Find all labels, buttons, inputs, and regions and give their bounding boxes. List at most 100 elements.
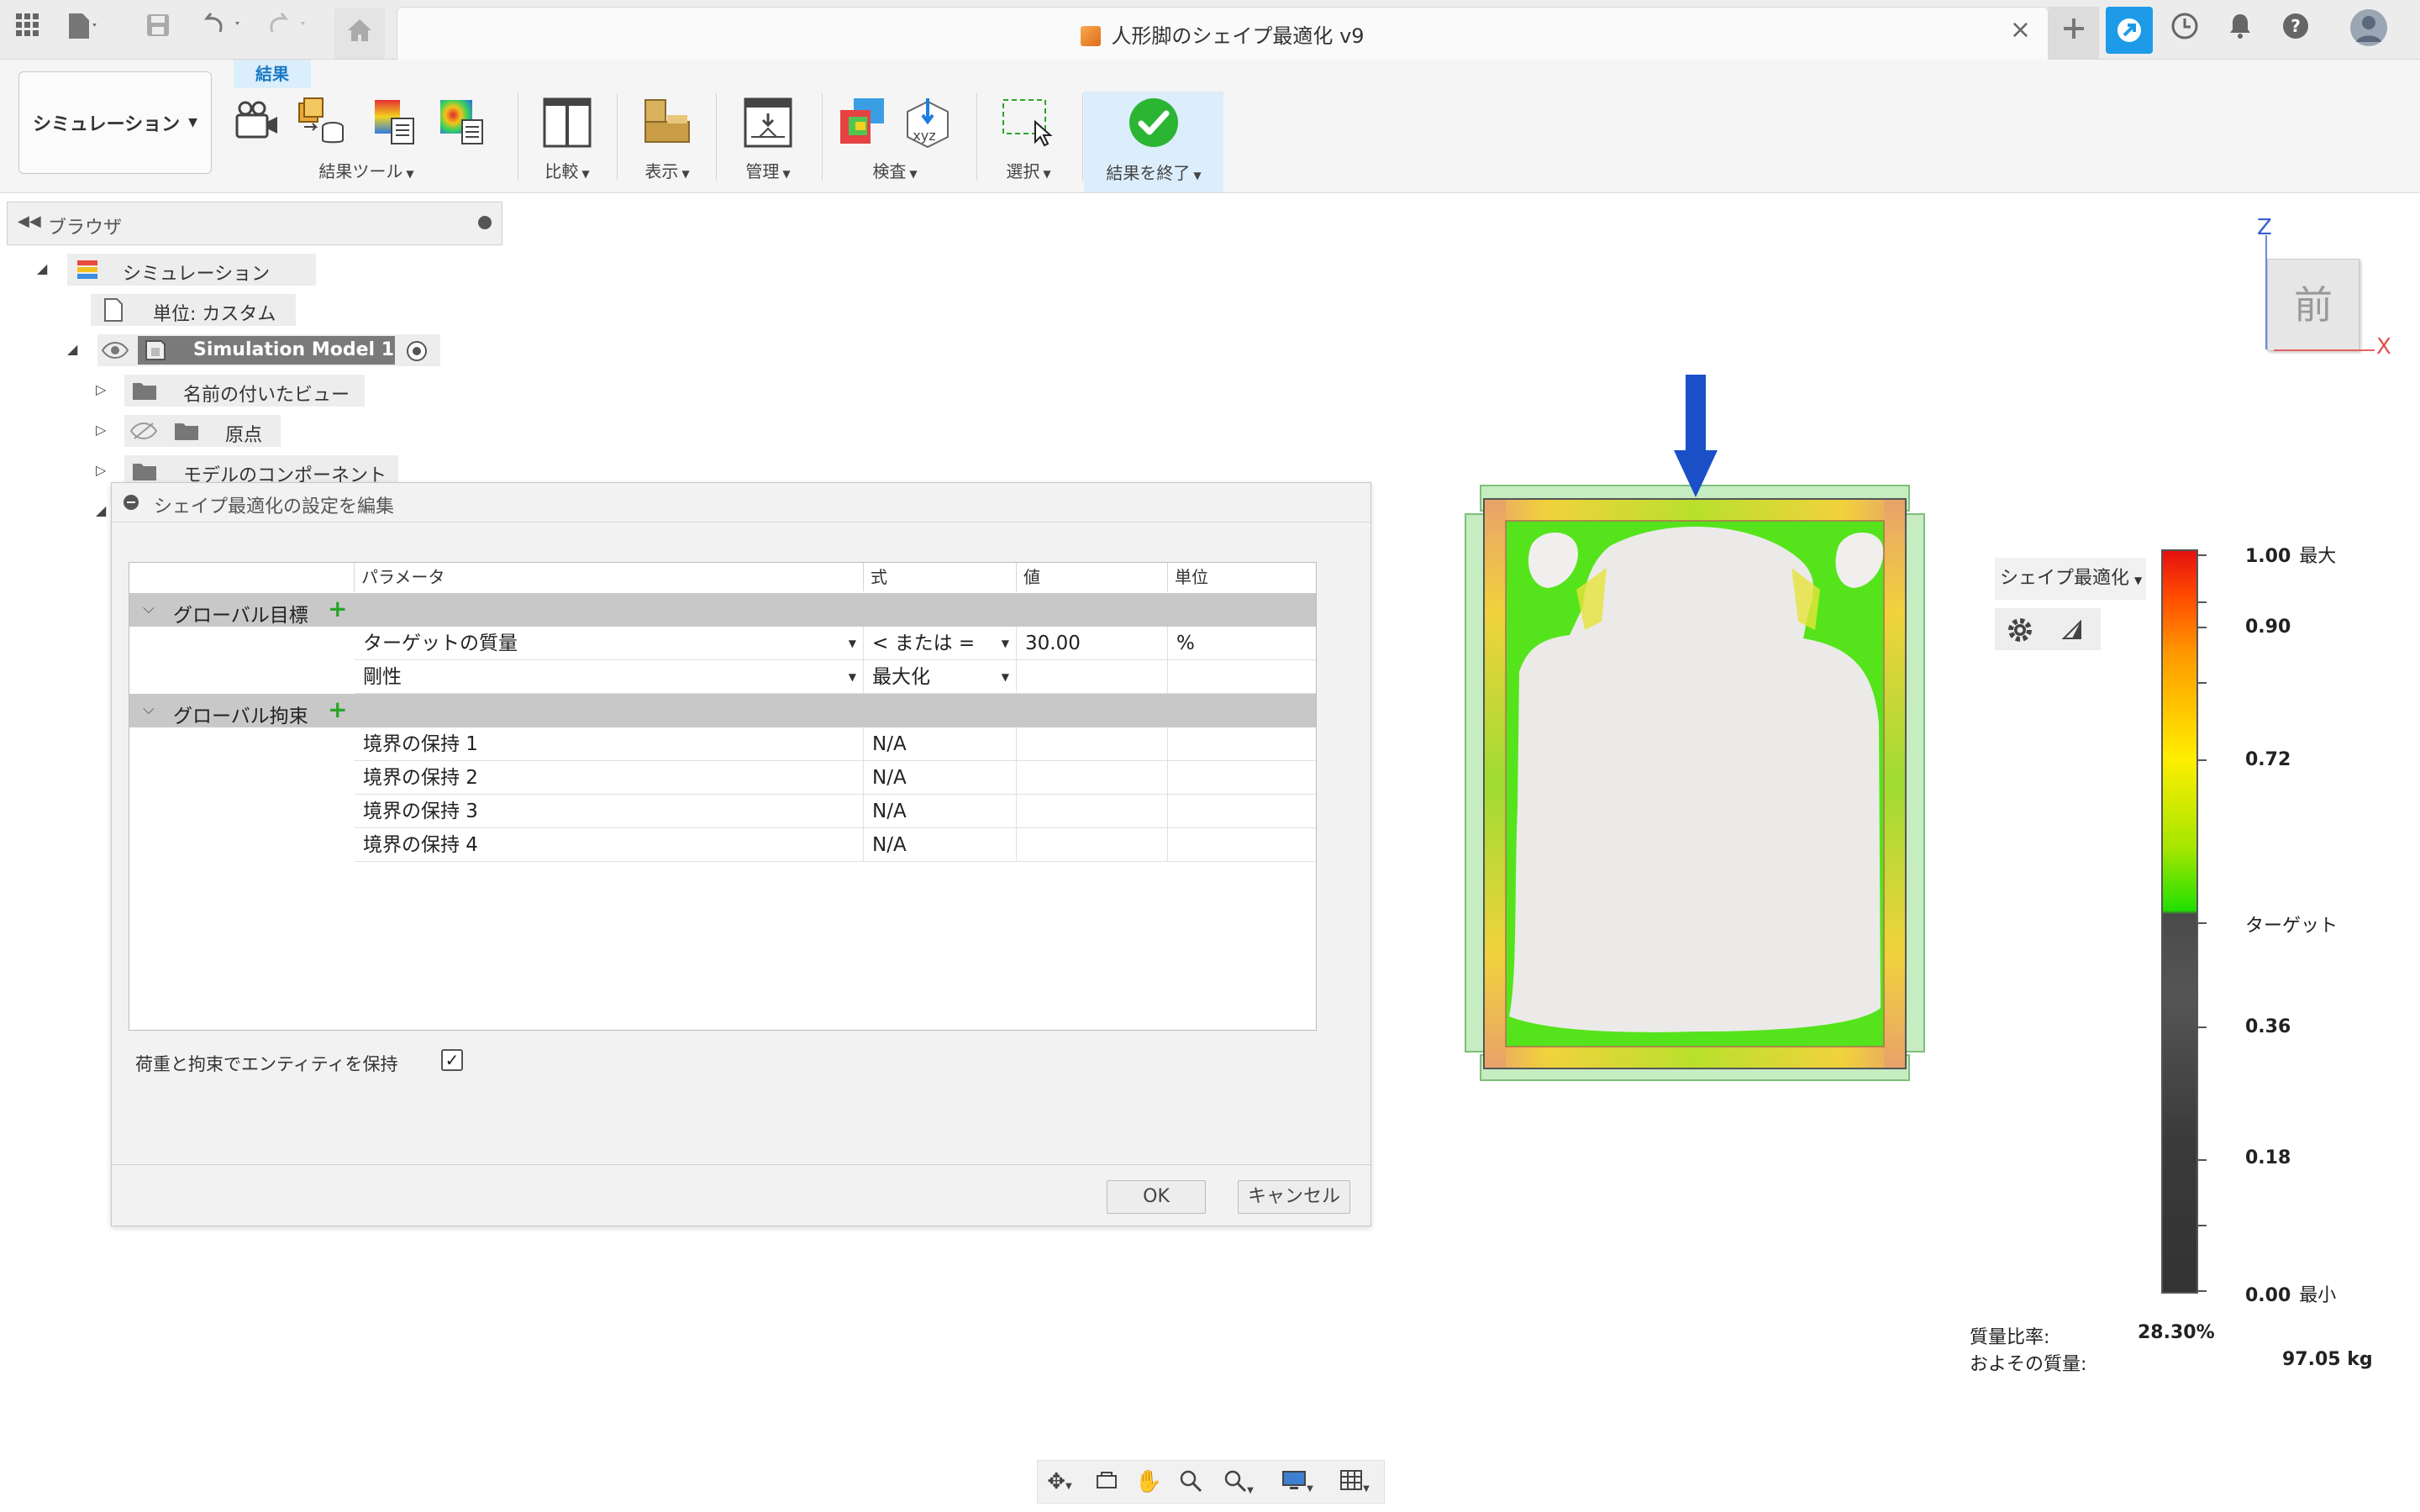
cancel-button[interactable]: キャンセル [1238, 1180, 1350, 1214]
display-group[interactable]: 表示 ▼ [629, 92, 706, 191]
grid-settings-icon[interactable]: ▼ [1332, 1469, 1377, 1494]
manage-group[interactable]: 管理 ▼ [728, 92, 808, 191]
param-cell[interactable]: 境界の保持 3 [355, 795, 864, 828]
close-tab-icon[interactable]: × [2010, 18, 2031, 43]
param-cell[interactable]: ターゲットの質量 ▼ [355, 627, 864, 660]
probes-icon[interactable] [835, 97, 886, 149]
xyz-probe-icon[interactable]: xyz [901, 97, 951, 149]
param-cell[interactable]: 剛性 ▼ [355, 660, 864, 694]
tree-item-simulation[interactable]: ◢ シミュレーション [34, 254, 316, 286]
finish-results-group[interactable]: 結果を終了 ▼ [1084, 92, 1223, 192]
ok-button[interactable]: OK [1107, 1180, 1206, 1214]
notifications-icon[interactable] [2223, 12, 2257, 45]
chevron-down-icon[interactable]: ⌵ [143, 600, 155, 617]
select-label[interactable]: 選択 ▼ [986, 158, 1071, 182]
load-case-results-icon[interactable] [296, 97, 346, 149]
display-label[interactable]: 表示 ▼ [629, 158, 706, 182]
compare-icon[interactable] [542, 97, 592, 149]
value-input[interactable] [1017, 660, 1168, 694]
compare-label[interactable]: 比較 ▼ [529, 158, 605, 182]
home-icon[interactable] [343, 17, 376, 50]
group-row-global-objectives[interactable]: ⌵ グローバル目標 + [129, 593, 1316, 627]
extensions-button[interactable] [2106, 7, 2153, 54]
collapse-panel-icon[interactable]: ◀◀ [18, 213, 41, 230]
collapse-triangle-icon[interactable]: ◢ [37, 260, 47, 276]
tree-item-units[interactable]: 単位: カスタム [91, 294, 301, 326]
expression-select[interactable]: < または = ▼ [864, 627, 1017, 660]
param-cell[interactable]: 境界の保持 1 [355, 727, 864, 761]
select-group[interactable]: 選択 ▼ [986, 92, 1071, 191]
document-title-text: 人形脚のシェイプ最適化 v9 [1111, 24, 1365, 48]
pan-hand-icon[interactable]: ✋ [1132, 1469, 1165, 1494]
expression-cell: N/A [864, 828, 1017, 862]
dropdown-arrow-icon[interactable]: ▼ [849, 627, 856, 660]
save-icon[interactable] [141, 12, 175, 45]
expand-triangle-icon[interactable]: ▷ [96, 422, 106, 438]
param-cell[interactable]: 境界の保持 2 [355, 761, 864, 795]
inspect-label[interactable]: 検査 ▼ [832, 158, 958, 182]
home-tab[interactable] [334, 8, 385, 59]
activate-radio-icon[interactable] [405, 339, 429, 363]
expand-triangle-icon[interactable]: ▷ [96, 462, 106, 478]
file-icon[interactable] [66, 12, 99, 45]
hidden-eye-icon[interactable] [129, 422, 158, 440]
expression-select[interactable]: 最大化 ▼ [864, 660, 1017, 694]
gear-icon[interactable] [2007, 617, 2033, 643]
group-row-global-constraints[interactable]: ⌵ グローバル拘束 + [129, 694, 1316, 727]
manage-icon[interactable] [743, 97, 793, 149]
window-select-icon[interactable] [1000, 97, 1053, 149]
help-icon[interactable]: ? [2279, 12, 2312, 45]
tree-item-origin[interactable]: ▷ 原点 [91, 415, 292, 447]
browser-panel-header[interactable]: ◀◀ ブラウザ [7, 202, 502, 245]
document-tab[interactable]: 人形脚のシェイプ最適化 v9 × [397, 7, 2049, 60]
viewcube[interactable]: 前 [2267, 259, 2360, 351]
manage-label[interactable]: 管理 ▼ [728, 158, 808, 182]
look-at-icon[interactable] [1090, 1469, 1123, 1494]
chevron-down-icon: ▼ [1193, 170, 1202, 181]
profile-avatar[interactable] [2349, 8, 2388, 47]
chevron-down-icon[interactable]: ⌵ [143, 701, 155, 718]
dropdown-arrow-icon[interactable]: ▼ [849, 660, 856, 694]
param-cell[interactable]: 境界の保持 4 [355, 828, 864, 862]
display-icon[interactable] [642, 97, 692, 149]
undo-icon[interactable] [197, 12, 247, 45]
animate-camera-icon[interactable] [232, 97, 282, 149]
job-status-icon[interactable] [2168, 12, 2202, 45]
collapse-triangle-icon[interactable]: ◢ [96, 502, 106, 518]
workspace-switcher[interactable]: シミュレーション ▼ [18, 71, 212, 174]
optimization-result-model[interactable] [1459, 370, 1929, 1092]
redo-icon[interactable] [262, 12, 313, 45]
minimize-dialog-icon[interactable] [124, 495, 139, 510]
result-type-dropdown[interactable]: シェイプ最適化 ▼ [1995, 558, 2146, 600]
display-settings-icon[interactable]: ▼ [1275, 1469, 1320, 1494]
tree-item-simulation-model[interactable]: ◢ Simulation Model 1 [64, 334, 450, 366]
fit-zoom-icon[interactable]: ▼ [1216, 1469, 1261, 1495]
result-details-icon[interactable] [437, 97, 487, 149]
compare-group[interactable]: 比較 ▼ [529, 92, 605, 191]
new-tab-button[interactable] [2049, 7, 2099, 59]
results-tools-group[interactable]: 結果ツール ▼ [227, 92, 506, 191]
grid-menu-icon[interactable] [10, 12, 44, 45]
results-tools-label[interactable]: 結果ツール ▼ [227, 158, 506, 182]
tree-item-named-views[interactable]: ▷ 名前の付いたビュー [91, 375, 376, 407]
collapse-triangle-icon[interactable]: ◢ [67, 341, 77, 357]
keep-entities-checkbox[interactable]: ✓ [441, 1049, 463, 1071]
add-objective-icon[interactable]: + [328, 595, 347, 622]
finish-checkmark-icon[interactable] [1128, 97, 1178, 149]
visibility-eye-icon[interactable] [101, 341, 129, 360]
pin-panel-icon[interactable] [478, 216, 492, 229]
tab-results[interactable]: 結果 [234, 60, 311, 88]
value-input[interactable]: 30.00 [1017, 627, 1168, 660]
dropdown-arrow-icon[interactable]: ▼ [1002, 627, 1009, 660]
dialog-header[interactable]: シェイプ最適化の設定を編集 [112, 483, 1370, 522]
report-icon[interactable] [370, 97, 420, 149]
orbit-icon[interactable]: ✥▼ [1043, 1469, 1076, 1494]
dropdown-arrow-icon[interactable]: ▼ [1002, 660, 1009, 694]
expand-triangle-icon[interactable]: ▷ [96, 381, 106, 397]
zoom-icon[interactable] [1174, 1469, 1207, 1494]
legend-scale-icon[interactable] [2060, 618, 2086, 642]
finish-results-label[interactable]: 結果を終了 ▼ [1084, 160, 1223, 184]
inspect-group[interactable]: xyz 検査 ▼ [832, 92, 958, 191]
add-constraint-icon[interactable]: + [328, 696, 347, 723]
group-label: グローバル拘束 [173, 706, 308, 727]
